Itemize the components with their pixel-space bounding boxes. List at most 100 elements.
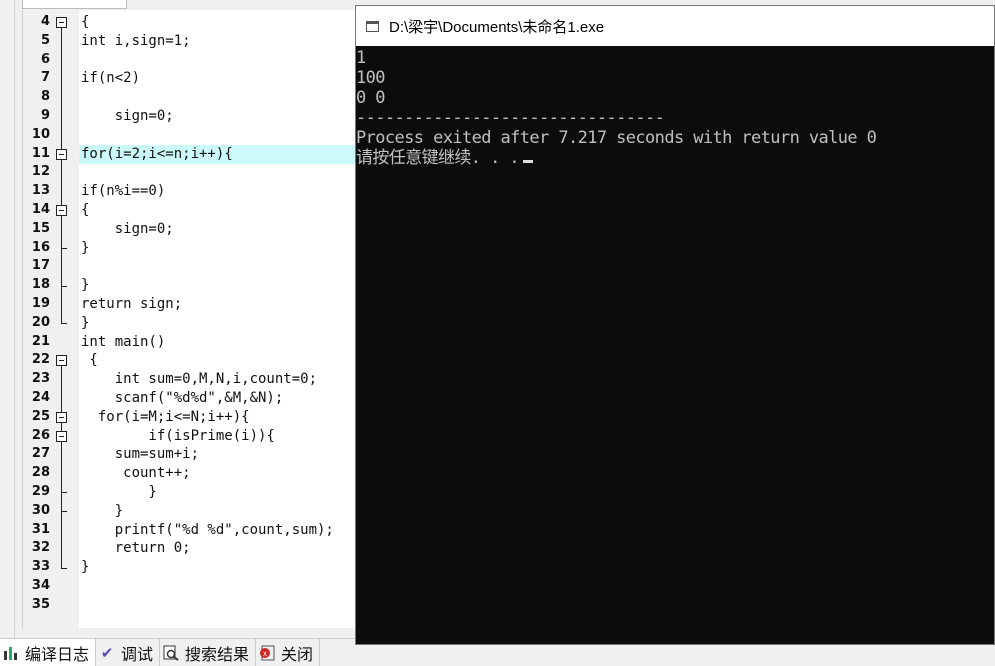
line-number: 7 xyxy=(40,70,50,86)
code-line[interactable]: } xyxy=(81,483,156,502)
tab-label: 搜索结果 xyxy=(185,646,250,664)
line-number: 31 xyxy=(31,521,50,537)
line-number: 27 xyxy=(31,446,50,462)
fold-end-marker xyxy=(61,511,67,513)
code-line[interactable]: sign=0; xyxy=(81,107,174,126)
line-number: 6 xyxy=(40,51,50,67)
tab-label: 关闭 xyxy=(281,646,314,664)
console-window[interactable]: D:\梁宇\Documents\未命名1.exe 1 100 0 0 --------… xyxy=(355,5,995,645)
code-line[interactable]: sign=0; xyxy=(81,220,174,239)
code-line[interactable]: int main() xyxy=(81,333,165,352)
line-number: 8 xyxy=(40,89,50,105)
tab-compile-log[interactable]: 编译日志 xyxy=(0,639,97,666)
bottom-tabs: 编译日志 ✔ 调试 搜索结果 x 关闭 xyxy=(0,638,355,666)
line-number: 15 xyxy=(31,220,50,236)
line-number: 34 xyxy=(31,578,50,593)
code-line[interactable]: int i,sign=1; xyxy=(81,32,191,51)
svg-text:x: x xyxy=(263,649,267,658)
fold-guide xyxy=(61,22,62,324)
output-line: 1 xyxy=(356,48,366,68)
line-number: 26 xyxy=(31,427,50,443)
side-panel-strip xyxy=(0,0,15,640)
console-output: 1 100 0 0 -------------------------------- P… xyxy=(356,46,994,168)
check-icon: ✔ xyxy=(100,644,114,662)
line-number: 22 xyxy=(31,352,50,368)
console-cursor xyxy=(522,160,533,163)
code-editor[interactable]: 4 {5 int i,sign=1; 6 7 if(n<2) 8 9 sign=0; 10 11 f… xyxy=(22,10,369,628)
code-line[interactable]: { xyxy=(81,201,89,220)
code-line[interactable]: printf("%d %d",count,sum); xyxy=(81,521,334,540)
fold-collapse-icon[interactable] xyxy=(56,205,67,216)
code-line[interactable]: for(i=M;i<=N;i++){ xyxy=(81,408,250,427)
line-number: 14 xyxy=(31,202,50,217)
code-line[interactable]: int sum=0,M,N,i,count=0; xyxy=(81,370,317,389)
line-number: 9 xyxy=(40,108,50,123)
output-separator: -------------------------------- xyxy=(356,108,665,128)
tab-close[interactable]: x 关闭 xyxy=(256,639,321,666)
process-exit-message: Process exited after 7.217 seconds with … xyxy=(356,128,877,148)
tab-debug[interactable]: ✔ 调试 xyxy=(96,639,161,666)
code-line[interactable]: count++; xyxy=(81,464,190,483)
window-icon xyxy=(366,20,379,32)
fold-collapse-icon[interactable] xyxy=(56,430,67,442)
line-number: 20 xyxy=(31,314,50,330)
fold-end-marker xyxy=(61,323,67,325)
editor-tab[interactable] xyxy=(22,0,127,9)
code-line[interactable]: scanf("%d%d",&M,&N); xyxy=(81,389,284,408)
line-number: 18 xyxy=(31,277,50,293)
code-line[interactable]: } xyxy=(81,558,89,577)
code-line[interactable]: if(n%i==0) xyxy=(81,182,165,201)
line-number: 4 xyxy=(40,14,50,29)
output-line: 100 xyxy=(356,68,386,88)
code-line[interactable]: { xyxy=(81,13,89,32)
tab-search-results[interactable]: 搜索结果 xyxy=(160,639,257,666)
code-line[interactable]: } xyxy=(81,276,89,295)
line-number: 29 xyxy=(31,484,50,499)
chart-icon xyxy=(2,644,20,662)
close-icon: x xyxy=(258,644,276,662)
line-number: 10 xyxy=(31,126,50,142)
line-number: 23 xyxy=(31,371,50,387)
line-number: 16 xyxy=(31,239,50,255)
line-number: 32 xyxy=(31,540,50,556)
line-number: 30 xyxy=(31,502,50,518)
line-number: 12 xyxy=(31,164,50,180)
line-number: 17 xyxy=(31,258,50,274)
press-any-key-prompt: 请按任意键继续. . . xyxy=(356,148,520,168)
fold-end-marker xyxy=(61,567,67,569)
search-icon xyxy=(162,644,180,662)
code-line[interactable]: return sign; xyxy=(81,295,182,314)
code-line[interactable]: } xyxy=(81,314,89,333)
fold-end-marker xyxy=(61,492,67,494)
line-number: 11 xyxy=(31,145,50,161)
output-line: 0 0 xyxy=(356,88,386,108)
fold-collapse-icon[interactable] xyxy=(56,355,67,367)
line-number: 35 xyxy=(31,596,50,612)
console-title: D:\梁宇\Documents\未命名1.exe xyxy=(389,18,605,36)
code-line[interactable]: { xyxy=(81,351,97,370)
fold-guide xyxy=(61,360,62,568)
line-number: 24 xyxy=(31,390,50,405)
fold-collapse-icon[interactable] xyxy=(56,148,67,160)
fold-end-marker xyxy=(61,285,67,287)
fold-end-marker xyxy=(61,248,67,249)
line-number: 25 xyxy=(31,408,50,424)
code-line[interactable]: if(isPrime(i)){ xyxy=(81,427,274,446)
code-line[interactable]: if(n<2) xyxy=(81,69,140,88)
line-number: 28 xyxy=(31,465,50,481)
line-number: 19 xyxy=(31,296,50,311)
code-line[interactable]: for(i=2;i<=n;i++){ xyxy=(81,145,233,164)
line-number: 21 xyxy=(31,333,50,349)
code-line[interactable]: sum=sum+i; xyxy=(81,445,199,464)
code-line[interactable]: } xyxy=(81,502,123,521)
console-titlebar[interactable]: D:\梁宇\Documents\未命名1.exe xyxy=(356,6,994,46)
tab-label: 编译日志 xyxy=(25,646,90,664)
line-number: 33 xyxy=(31,559,50,575)
tab-label: 调试 xyxy=(121,646,154,664)
line-number: 5 xyxy=(40,32,50,48)
fold-collapse-icon[interactable] xyxy=(56,17,67,28)
code-line[interactable]: } xyxy=(81,239,89,258)
line-number: 13 xyxy=(31,183,50,199)
code-line[interactable]: return 0; xyxy=(81,539,191,558)
fold-collapse-icon[interactable] xyxy=(56,411,67,423)
